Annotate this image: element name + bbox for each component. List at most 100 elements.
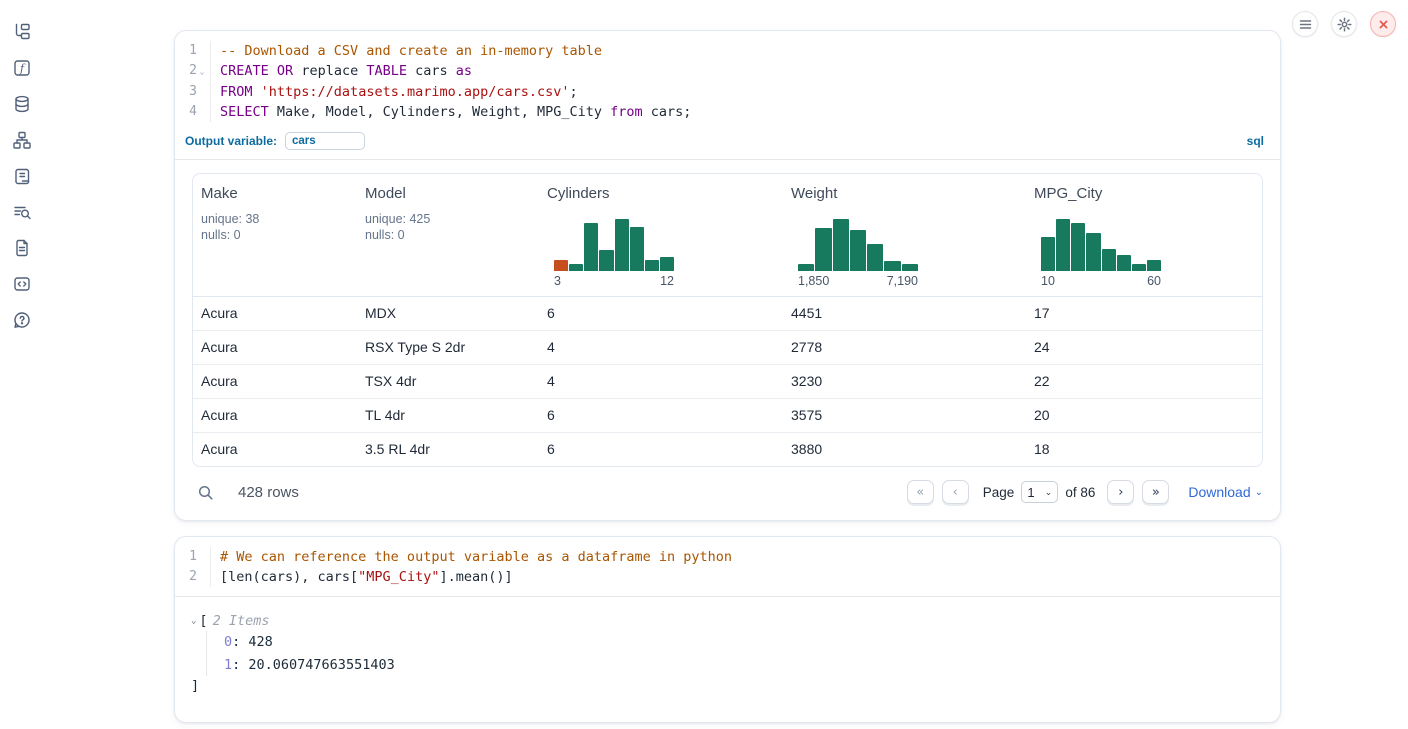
table-cell: 4 [539, 331, 783, 364]
column-header-model[interactable]: Modelunique: 425nulls: 0 [357, 174, 539, 296]
datasources-icon[interactable] [11, 93, 33, 115]
histogram-bar [1071, 223, 1085, 271]
line-number: 1 [175, 547, 211, 567]
prev-page-button[interactable]: ‹ [942, 480, 969, 504]
code-line: 3FROM 'https://datasets.marimo.app/cars.… [175, 82, 1280, 102]
table-cell: 6 [539, 433, 783, 466]
variables-icon[interactable]: f [11, 57, 33, 79]
table-cell: 4451 [783, 297, 1026, 330]
file-tree-icon[interactable] [11, 21, 33, 43]
histogram-bar [833, 219, 849, 271]
histogram-bar [867, 244, 883, 271]
histogram-bar [798, 264, 814, 271]
pagination: « ‹ Page 1 ⌄ of 86 › » Download ⌄ [907, 480, 1263, 504]
sql-cell: 1-- Download a CSV and create an in-memo… [174, 30, 1281, 521]
language-badge[interactable]: sql [1247, 134, 1264, 148]
fold-chevron-icon[interactable]: ⌄ [197, 62, 207, 82]
output-variable-input[interactable] [285, 132, 365, 150]
column-stats: unique: 425nulls: 0 [365, 211, 531, 243]
table-cell: 18 [1026, 433, 1262, 466]
shutdown-button[interactable] [1370, 11, 1396, 37]
column-name: MPG_City [1034, 185, 1254, 202]
table-row: AcuraTL 4dr6357520 [193, 398, 1262, 432]
tree-entry: 1: 20.060747663551403 [224, 654, 1264, 677]
code-line: 2⌄CREATE OR replace TABLE cars as [175, 61, 1280, 82]
search-button[interactable] [197, 484, 214, 501]
logs-icon[interactable] [11, 165, 33, 187]
search-icon [197, 484, 214, 501]
table-cell: TL 4dr [357, 399, 539, 432]
next-page-button[interactable]: › [1107, 480, 1134, 504]
column-header-cylinders[interactable]: Cylinders 312 [539, 174, 783, 296]
snippets-icon[interactable] [11, 273, 33, 295]
rows-count: 428 rows [238, 484, 299, 501]
line-number: 1 [175, 41, 211, 61]
page-select[interactable]: 1 ⌄ [1021, 481, 1058, 503]
line-number: 3 [175, 82, 211, 102]
histogram-bar [1102, 249, 1116, 271]
column-histogram: 1,8507,190 [798, 216, 918, 288]
page-label: Page [983, 485, 1015, 500]
table-cell: 3230 [783, 365, 1026, 398]
column-histogram: 1060 [1041, 216, 1161, 288]
column-name: Weight [791, 185, 1018, 202]
histogram-bar [660, 257, 674, 271]
python-code-editor[interactable]: 1# We can reference the output variable … [175, 537, 1280, 596]
histogram-bar [599, 250, 613, 271]
histogram-bar [1086, 233, 1100, 272]
table-cell: 3880 [783, 433, 1026, 466]
chevron-down-icon: ⌄ [1255, 487, 1263, 498]
table-row: Acura3.5 RL 4dr6388018 [193, 432, 1262, 466]
last-page-button[interactable]: » [1142, 480, 1169, 504]
table-cell: Acura [193, 365, 357, 398]
table-cell: 6 [539, 399, 783, 432]
download-label: Download [1188, 484, 1250, 500]
column-header-make[interactable]: Makeunique: 38nulls: 0 [193, 174, 357, 296]
tracing-icon[interactable] [11, 201, 33, 223]
table-row: AcuraMDX6445117 [193, 297, 1262, 330]
sql-code-editor[interactable]: 1-- Download a CSV and create an in-memo… [175, 31, 1280, 131]
download-button[interactable]: Download ⌄ [1188, 484, 1263, 500]
menu-button[interactable] [1292, 11, 1318, 37]
histogram-bar [850, 230, 866, 271]
tree-items-count: 2 Items [213, 613, 270, 629]
python-cell: 1# We can reference the output variable … [174, 536, 1281, 723]
python-output-tree: ⌄ [ 2 Items 0: 4281: 20.060747663551403 … [175, 597, 1280, 722]
table-row: AcuraTSX 4dr4323022 [193, 364, 1262, 398]
column-histogram: 312 [554, 216, 674, 288]
output-variable-row: Output variable: sql [175, 131, 1280, 159]
code-line: 1-- Download a CSV and create an in-memo… [175, 41, 1280, 61]
table-cell: 6 [539, 297, 783, 330]
tree-entry-key: 0 [224, 634, 232, 650]
column-name: Cylinders [547, 185, 775, 202]
histogram-bar [630, 227, 644, 271]
histogram-bar [884, 261, 900, 271]
help-icon[interactable] [11, 309, 33, 331]
table-cell: RSX Type S 2dr [357, 331, 539, 364]
column-header-mpg_city[interactable]: MPG_City 1060 [1026, 174, 1262, 296]
table-cell: Acura [193, 297, 357, 330]
dependencies-icon[interactable] [11, 129, 33, 151]
svg-text:f: f [19, 62, 26, 75]
tree-entry: 0: 428 [224, 631, 1264, 654]
column-header-weight[interactable]: Weight 1,8507,190 [783, 174, 1026, 296]
histogram-axis-labels: 1060 [1041, 274, 1161, 288]
histogram-axis-labels: 1,8507,190 [798, 274, 918, 288]
histogram-bar [902, 264, 918, 271]
documentation-icon[interactable] [11, 237, 33, 259]
settings-button[interactable] [1331, 11, 1357, 37]
line-number: 2 [175, 567, 211, 587]
histogram-bar [1056, 219, 1070, 271]
data-table: Makeunique: 38nulls: 0Modelunique: 425nu… [192, 173, 1263, 467]
code-line: 2[len(cars), cars["MPG_City"].mean()] [175, 567, 1280, 587]
line-number: 4 [175, 102, 211, 122]
first-page-button[interactable]: « [907, 480, 934, 504]
table-cell: Acura [193, 433, 357, 466]
output-variable-label: Output variable: [185, 134, 277, 148]
notebook-area: 1-- Download a CSV and create an in-memo… [174, 30, 1281, 723]
tree-collapse-caret-icon[interactable]: ⌄ [191, 616, 196, 626]
histogram-bar [569, 264, 583, 271]
page-select-value: 1 [1027, 485, 1034, 500]
table-cell: 22 [1026, 365, 1262, 398]
table-cell: 4 [539, 365, 783, 398]
